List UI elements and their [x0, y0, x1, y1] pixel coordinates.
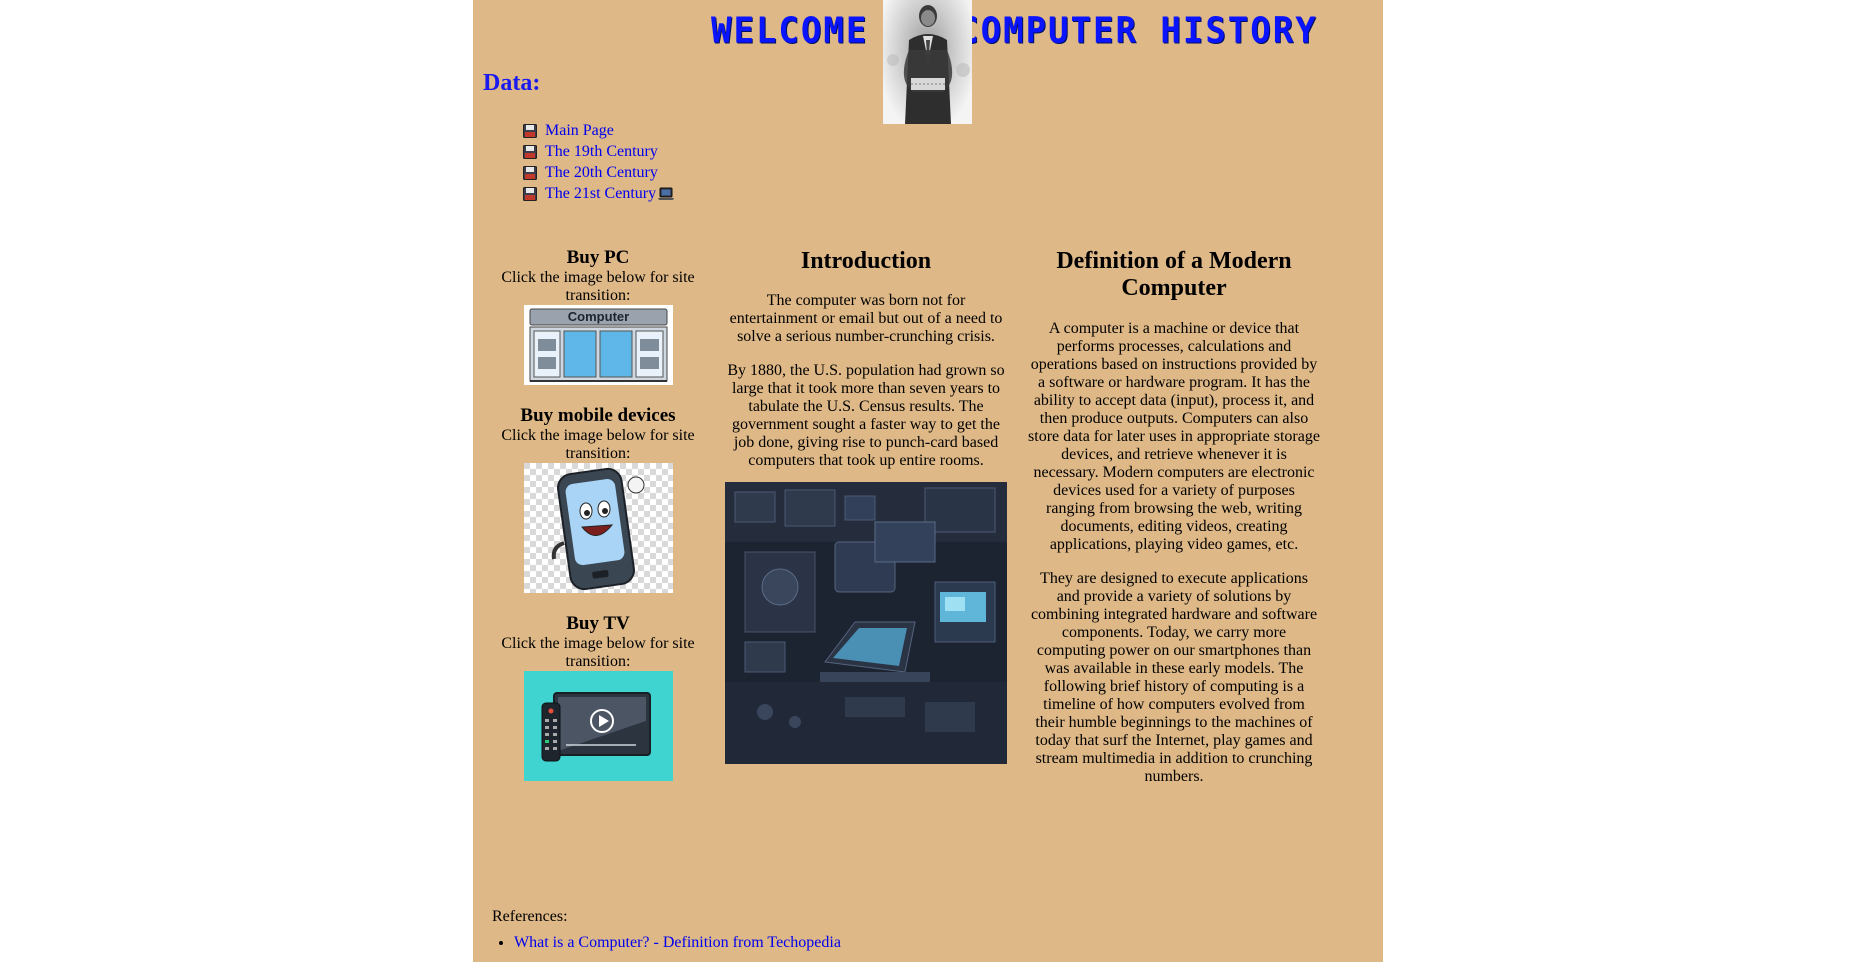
computer-store-image[interactable]: Computer [523, 305, 673, 385]
buy-pc-note: Click the image below for site transitio… [501, 269, 695, 304]
introduction-heading: Introduction [800, 248, 932, 274]
banner: WELCOME TO COMPUTER HISTORY [473, 0, 1383, 124]
nav-item-21st-century: The 21st Century [523, 183, 675, 204]
references-label: References: [492, 908, 568, 925]
smartphone-cartoon-image[interactable] [523, 463, 673, 593]
definition-heading: Definition of a Modern Computer [1056, 248, 1292, 301]
laptop-icon [658, 187, 675, 200]
page-container: WELCOME TO COMPUTER HISTORY Data: Main P… [473, 0, 1383, 962]
references-list: What is a Computer? - Definition from Te… [492, 934, 841, 952]
svg-text:Computer: Computer [567, 309, 628, 324]
nav-link-21st-century[interactable]: The 21st Century [545, 183, 656, 204]
nav-item-20th-century: The 20th Century [523, 162, 675, 183]
banner-photo [883, 0, 972, 124]
tv-remote-image[interactable] [523, 671, 673, 781]
nav-link-main-page[interactable]: Main Page [545, 120, 614, 141]
buy-tv-note: Click the image below for site transitio… [501, 635, 695, 670]
introduction-paragraph: The computer was born not for entertainm… [729, 292, 1003, 345]
floppy-disk-icon [523, 144, 537, 159]
retro-computer-lab-image [725, 482, 1007, 764]
nav-item-19th-century: The 19th Century [523, 141, 675, 162]
nav-link-19th-century[interactable]: The 19th Century [545, 141, 658, 162]
reference-link-techopedia[interactable]: What is a Computer? - Definition from Te… [514, 934, 841, 951]
floppy-disk-icon [523, 123, 537, 138]
definition-paragraph: They are designed to execute application… [1030, 570, 1318, 785]
buy-mobile-heading: Buy mobile devices [520, 405, 676, 426]
data-heading: Data: [483, 70, 541, 96]
definition-paragraph: A computer is a machine or device that p… [1028, 320, 1320, 553]
reference-item: What is a Computer? - Definition from Te… [514, 934, 841, 952]
definition-column: Definition of a Modern Computer A comput… [1028, 248, 1320, 786]
introduction-column: Introduction The computer was born not f… [725, 248, 1007, 764]
nav-item-main-page: Main Page [523, 120, 675, 141]
floppy-disk-icon [523, 186, 537, 201]
references: References: What is a Computer? - Defini… [492, 908, 841, 952]
shop-column: Buy PC Click the image below for site tr… [493, 247, 703, 781]
floppy-disk-icon [523, 165, 537, 180]
introduction-paragraph: By 1880, the U.S. population had grown s… [727, 362, 1005, 469]
nav-list: Main Page The 19th Century The 20th Cent… [523, 120, 675, 204]
nav-link-20th-century[interactable]: The 20th Century [545, 162, 658, 183]
buy-pc-heading: Buy PC [566, 247, 630, 268]
buy-tv-heading: Buy TV [566, 613, 630, 634]
banner-title: WELCOME TO COMPUTER HISTORY [711, 10, 1318, 52]
buy-mobile-note: Click the image below for site transitio… [501, 427, 695, 462]
